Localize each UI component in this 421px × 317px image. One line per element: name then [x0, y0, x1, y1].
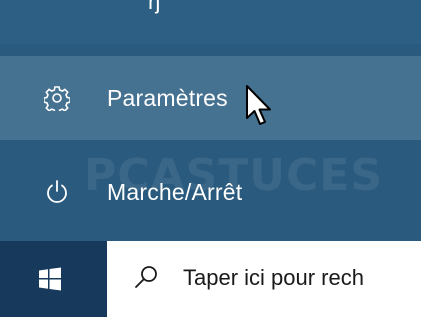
windows-logo-icon [39, 267, 61, 291]
start-menu: ŋ Paramètres PCASTUCES Marche/Arrêt [0, 0, 421, 241]
power-icon [42, 177, 72, 207]
settings-label: Paramètres [107, 84, 228, 111]
start-menu-item-power[interactable]: Marche/Arrêt [0, 150, 421, 234]
start-menu-item-settings[interactable]: Paramètres [0, 56, 421, 140]
partial-item-glyph: ŋ [148, 0, 161, 14]
search-icon [135, 266, 157, 288]
gear-icon [42, 83, 72, 113]
power-label: Marche/Arrêt [107, 178, 243, 205]
taskbar-search-box[interactable]: Taper ici pour rech [107, 241, 421, 317]
mouse-pointer-icon [246, 85, 271, 125]
start-button[interactable] [0, 241, 100, 317]
taskbar: Taper ici pour rech [0, 241, 421, 317]
search-placeholder: Taper ici pour rech [183, 265, 364, 290]
start-menu-top-strip: ŋ [0, 0, 421, 44]
